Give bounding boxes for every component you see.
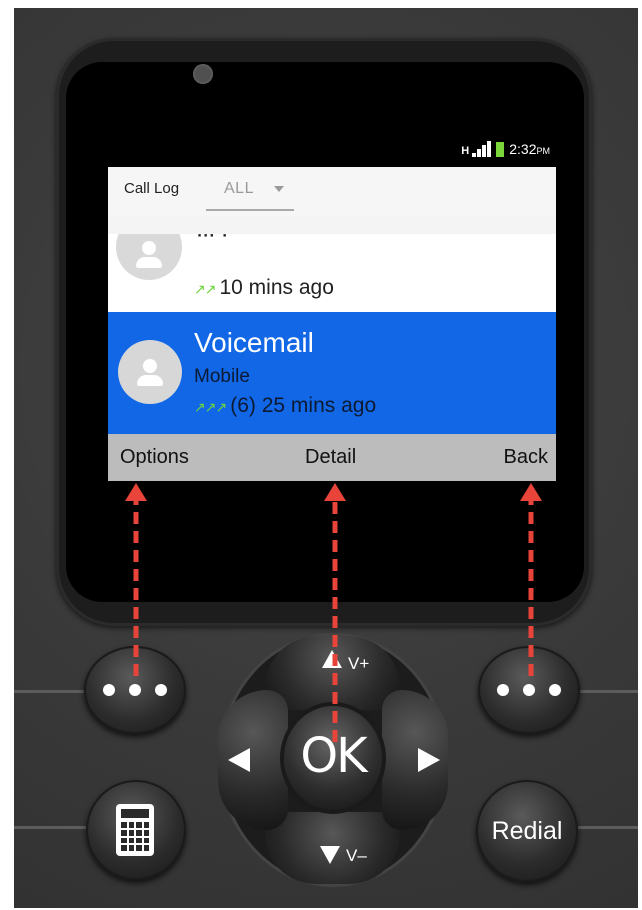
softkey-bar: Options Detail Back	[108, 434, 556, 481]
body-groove	[578, 826, 638, 829]
right-arrow-icon	[418, 748, 440, 772]
body-groove	[14, 826, 88, 829]
call-filter-dropdown[interactable]: ALL	[206, 173, 294, 211]
softkey-back-label: Back	[503, 446, 548, 468]
outgoing-arrows-icon: ↗↗	[194, 281, 216, 297]
volume-up-label: V+	[348, 654, 370, 673]
status-bar: H 2:32PM	[108, 130, 556, 167]
outgoing-arrows-icon: ↗↗↗	[194, 399, 227, 415]
left-arrow-icon	[228, 748, 250, 772]
call-meta: ↗↗ 10 mins ago	[194, 276, 334, 299]
body-groove	[14, 690, 86, 693]
call-log-item-selected[interactable]: Voicemail Mobile ↗↗↗ (6) 25 mins ago	[108, 312, 556, 434]
redial-label: Redial	[491, 817, 563, 845]
lcd-screen: H 2:32PM Call Log ALL ᐧᐧᐧ ᐧ ↗↗ 10 mins ag…	[108, 130, 556, 481]
softkey-detail-label: Detail	[305, 446, 357, 468]
contact-name: Voicemail	[194, 327, 314, 358]
calculator-icon	[116, 804, 154, 856]
contact-name-partial: ᐧᐧᐧ ᐧ	[196, 234, 228, 250]
battery-icon	[496, 141, 505, 157]
chevron-down-icon	[274, 186, 284, 192]
volume-down-label: V–	[346, 846, 367, 865]
ok-label: OK	[300, 728, 367, 784]
ellipsis-icon	[478, 646, 580, 734]
ok-button[interactable]: OK	[284, 706, 382, 810]
avatar	[118, 340, 182, 404]
avatar	[116, 234, 182, 280]
call-log-item[interactable]: ᐧᐧᐧ ᐧ ↗↗ 10 mins ago	[108, 234, 556, 312]
signal-icon: H	[461, 141, 492, 157]
body-groove	[580, 690, 638, 693]
camera-icon	[193, 64, 213, 84]
redial-button[interactable]: Redial	[476, 780, 578, 882]
call-meta: ↗↗↗ (6) 25 mins ago	[194, 394, 377, 417]
left-softkey-button[interactable]	[84, 646, 186, 734]
number-type: Mobile	[194, 366, 250, 387]
ellipsis-icon	[84, 646, 186, 734]
filter-value: ALL	[224, 180, 254, 197]
calculator-button[interactable]	[86, 780, 186, 880]
right-softkey-button[interactable]	[478, 646, 580, 734]
call-log-header: Call Log ALL	[108, 167, 556, 217]
volume-up-button[interactable]	[265, 636, 400, 710]
down-arrow-icon	[320, 846, 340, 864]
softkey-options-label: Options	[120, 446, 189, 468]
up-arrow-icon	[322, 650, 342, 668]
status-clock: 2:32PM	[509, 141, 550, 157]
page-title: Call Log	[124, 180, 180, 197]
